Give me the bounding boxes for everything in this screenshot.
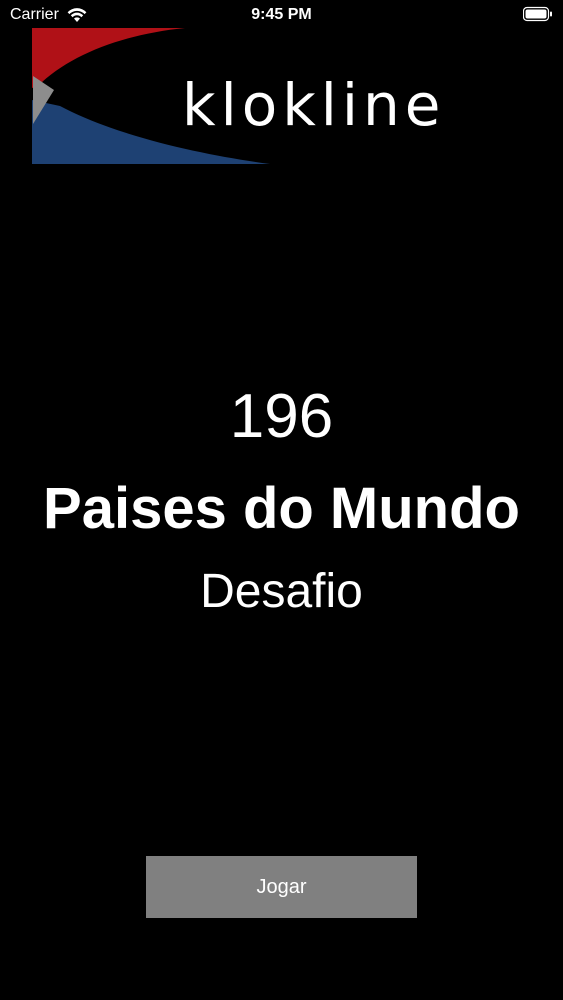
game-subtitle: Desafio xyxy=(200,565,363,618)
country-count: 196 xyxy=(229,382,334,451)
status-bar: Carrier 9:45 PM xyxy=(0,0,563,30)
klokline-logo: klokline xyxy=(30,28,540,164)
klokline-wordmark: klokline xyxy=(182,71,446,139)
play-button[interactable]: Jogar xyxy=(146,856,417,918)
status-time: 9:45 PM xyxy=(251,6,312,23)
game-title: Paises do Mundo xyxy=(43,476,520,541)
battery-icon xyxy=(523,6,552,22)
